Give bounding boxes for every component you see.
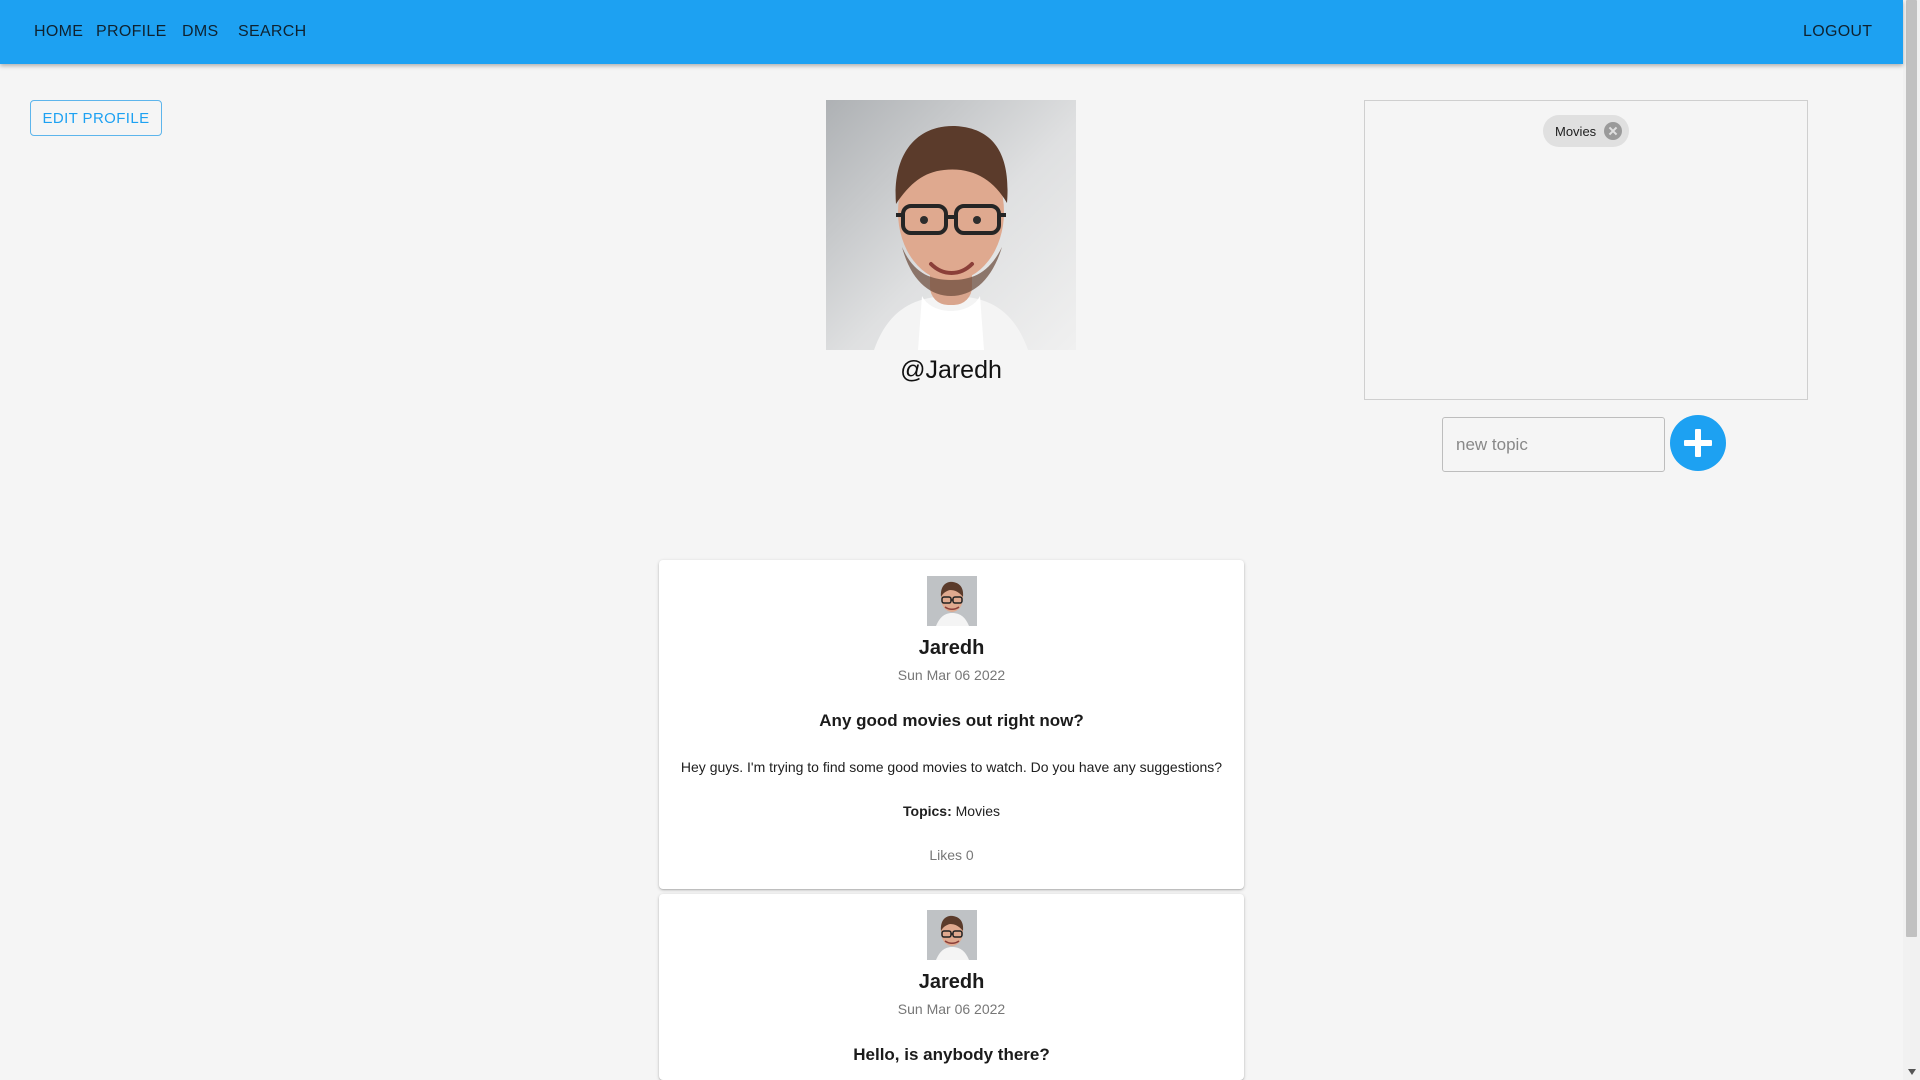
- plus-icon[interactable]: [1670, 415, 1726, 471]
- post-card: Jaredh Sun Mar 06 2022 Any good movies o…: [659, 560, 1244, 889]
- post-date: Sun Mar 06 2022: [897, 1001, 1006, 1017]
- post-topics: Topics: Movies: [659, 803, 1244, 819]
- post-author-avatar: [927, 910, 977, 960]
- nav-search[interactable]: SEARCH: [238, 0, 306, 64]
- edit-profile-button[interactable]: EDIT PROFILE: [30, 100, 162, 136]
- post-author[interactable]: Jaredh: [659, 637, 1244, 660]
- post-author-avatar-image: [927, 576, 977, 626]
- top-app-bar: HOME PROFILE DMS SEARCH LOGOUT: [0, 0, 1903, 64]
- post-card: Jaredh Sun Mar 06 2022 Hello, is anybody…: [659, 894, 1244, 1080]
- post-title[interactable]: Any good movies out right now?: [659, 711, 1244, 731]
- profile-photo-image: [826, 100, 1076, 350]
- scrollbar-thumb[interactable]: [1906, 0, 1917, 937]
- post-date: Sun Mar 06 2022: [897, 667, 1006, 683]
- post-topics-label: Topics:: [903, 803, 952, 819]
- post-author-avatar: [927, 576, 977, 626]
- post-topic-value: Movies: [955, 803, 1000, 819]
- nav-profile[interactable]: PROFILE: [96, 0, 167, 64]
- scroll-down-icon[interactable]: [1908, 1069, 1916, 1075]
- profile-topics-panel: Movies: [1364, 100, 1808, 400]
- nav-dms[interactable]: DMS: [182, 0, 218, 64]
- new-topic-input[interactable]: [1442, 417, 1665, 472]
- logout-link[interactable]: LOGOUT: [1803, 0, 1872, 64]
- topic-chip-label: Movies: [1555, 123, 1597, 139]
- post-title[interactable]: Hello, is anybody there?: [659, 1045, 1244, 1065]
- profile-username: @Jaredh: [900, 356, 1002, 384]
- topic-chip-movies: Movies: [1543, 115, 1629, 147]
- post-author-avatar-image: [927, 910, 977, 960]
- vertical-scrollbar[interactable]: [1903, 0, 1920, 1080]
- post-body: Hey guys. I'm trying to find some good m…: [680, 759, 1223, 775]
- nav-home[interactable]: HOME: [34, 0, 83, 64]
- close-circle-icon[interactable]: [1604, 122, 1622, 140]
- profile-photo: [826, 100, 1076, 350]
- post-author[interactable]: Jaredh: [659, 971, 1244, 994]
- post-like-count[interactable]: Likes 0: [659, 847, 1244, 863]
